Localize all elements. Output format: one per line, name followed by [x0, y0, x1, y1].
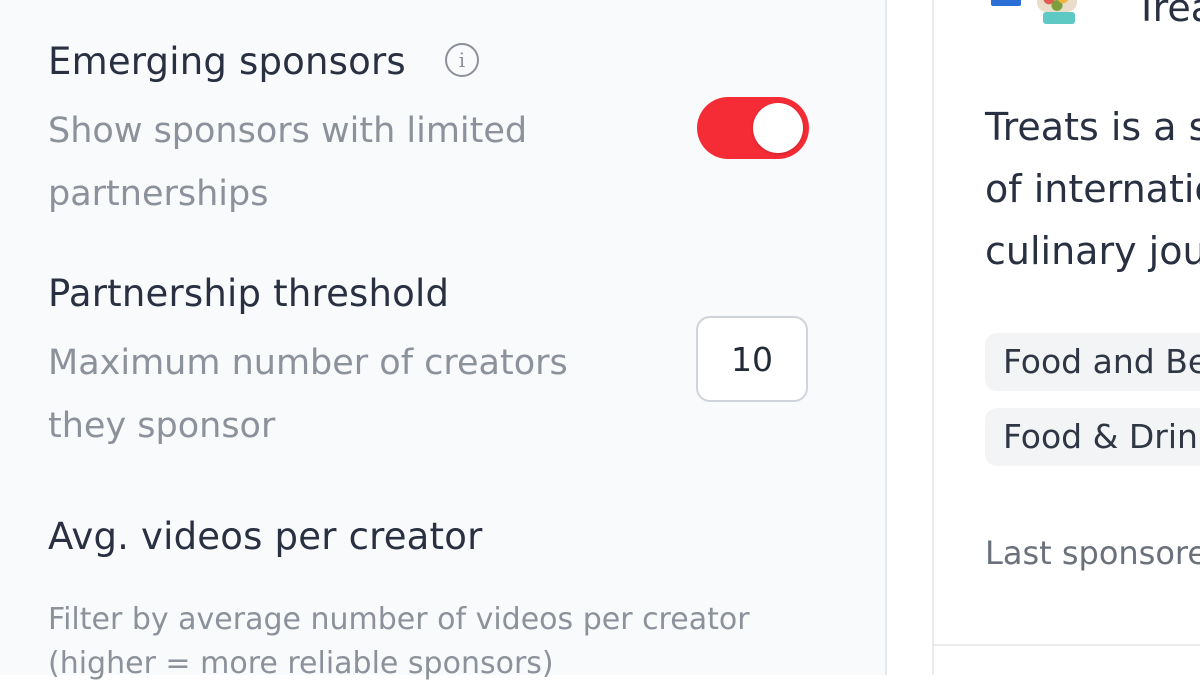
info-icon[interactable]: i: [445, 43, 479, 77]
filter-settings-panel: Emerging sponsors i Show sponsors with l…: [0, 0, 885, 681]
sponsor-name[interactable]: Treats: [1135, 0, 1200, 30]
sponsor-description-line1: Treats is a s: [985, 105, 1200, 149]
category-tag[interactable]: Food & Drin: [985, 408, 1200, 466]
card-border: [932, 0, 934, 675]
emerging-sponsors-toggle[interactable]: [697, 97, 809, 159]
partnership-threshold-description-line1: Maximum number of creators: [48, 343, 568, 383]
sponsor-description-line2: of internatic: [985, 167, 1200, 211]
partnership-threshold-input[interactable]: [696, 316, 808, 402]
sponsor-description: Treats is a s of internatic culinary jou: [985, 96, 1200, 282]
avg-videos-title: Avg. videos per creator: [48, 515, 483, 558]
emerging-sponsors-description-line1: Show sponsors with limited: [48, 111, 528, 151]
last-sponsored-label: Last sponsore: [985, 534, 1200, 572]
toggle-knob: [753, 103, 803, 153]
gutter: [887, 0, 932, 675]
emerging-sponsors-title: Emerging sponsors: [48, 40, 406, 83]
emerging-sponsors-description-line2: partnerships: [48, 174, 269, 214]
partnership-threshold-description-line2: they sponsor: [48, 406, 276, 446]
card-divider: [934, 644, 1200, 646]
treats-logo: [985, 0, 1097, 36]
avg-videos-description: Filter by average number of videos per c…: [48, 602, 750, 681]
sponsor-description-line3: culinary jou: [985, 229, 1200, 273]
category-tag[interactable]: Food and Be: [985, 333, 1200, 391]
partnership-threshold-title: Partnership threshold: [48, 272, 450, 315]
